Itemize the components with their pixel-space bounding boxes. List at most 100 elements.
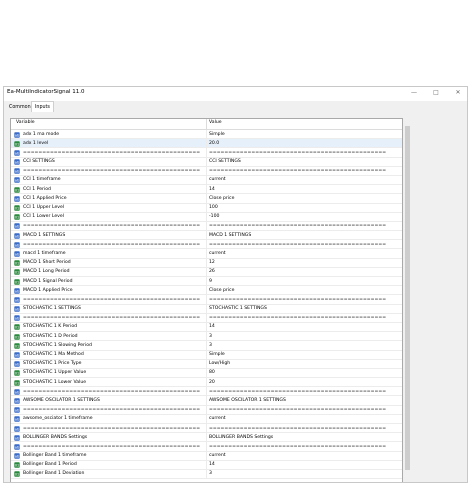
table-row[interactable]: 01 CCI 1 Upper Level 100: [11, 203, 402, 213]
row-variable: ========================================…: [23, 149, 201, 155]
row-value[interactable]: Low/High: [209, 361, 230, 366]
table-row[interactable]: ab MACD 1 Applied Price Close price: [11, 286, 402, 296]
row-value[interactable]: Simple: [209, 132, 225, 137]
row-value[interactable]: BOLLINGER BANDS Settings: [209, 435, 273, 440]
table-row[interactable]: ab macd 1 timeframe current: [11, 249, 402, 259]
table-row[interactable]: ab ======================================…: [11, 424, 402, 434]
row-value[interactable]: 26: [209, 269, 215, 274]
row-value[interactable]: ========================================…: [209, 297, 386, 302]
cell-divider: [206, 359, 207, 368]
table-row[interactable]: 01 STOCHASTIC 1 Lower Value 20: [11, 378, 402, 388]
row-value[interactable]: ========================================…: [209, 426, 386, 431]
table-row[interactable]: 01 MACD 1 Long Period 26: [11, 267, 402, 277]
variable-column-header[interactable]: Variable: [16, 120, 35, 125]
table-row[interactable]: ab STOCHASTIC 1 Price Type Low/High: [11, 359, 402, 369]
title-bar[interactable]: Ea-MultiIndicatorSignal 11.0 — □ ✕: [4, 87, 467, 99]
table-row[interactable]: 01 CCI 1 Period 14: [11, 185, 402, 195]
table-row[interactable]: 01 STOCHASTIC 1 K Period 14: [11, 322, 402, 333]
scrollbar-thumb[interactable]: [405, 126, 410, 470]
table-row[interactable]: 01 STOCHASTIC 1 Slowing Period 3: [11, 341, 402, 351]
table-row[interactable]: ab STOCHASTIC 1 Ma Method Simple: [11, 350, 402, 360]
table-row[interactable]: 01 Bollinger Band 1 Deviation 3: [11, 469, 402, 480]
table-row[interactable]: ab ======================================…: [11, 405, 402, 415]
row-value[interactable]: 9: [209, 279, 212, 284]
ab-icon: ab: [14, 150, 20, 156]
row-value[interactable]: Simple: [209, 352, 225, 357]
table-row[interactable]: 01 MACD 1 Signal Period 9: [11, 277, 402, 287]
table-row[interactable]: ab CCI 1 Applied Price Close price: [11, 194, 402, 204]
row-value[interactable]: 14: [209, 462, 215, 467]
row-value[interactable]: current: [209, 251, 226, 256]
svg-text:ab: ab: [15, 289, 20, 293]
table-row[interactable]: 01 adx 1 level 20.0: [11, 139, 402, 149]
column-divider[interactable]: [206, 119, 207, 129]
table-row[interactable]: ab ======================================…: [11, 442, 402, 452]
table-row[interactable]: ab CCI 1 timeframe current: [11, 175, 402, 186]
table-row[interactable]: ab ======================================…: [11, 240, 402, 250]
row-value[interactable]: Close price: [209, 288, 234, 293]
table-row[interactable]: ab MACD 1 SETTINGS MACD 1 SETTINGS: [11, 231, 402, 241]
tab-common[interactable]: Common: [6, 103, 34, 112]
table-row[interactable]: ab ======================================…: [11, 295, 402, 305]
cell-divider: [206, 350, 207, 359]
param-icon: 01: [14, 260, 20, 266]
svg-text:01: 01: [15, 381, 19, 385]
table-row[interactable]: ab adx 1 ma mode Simple: [11, 130, 402, 140]
table-row[interactable]: ab BOLLINGER BANDS Settings BOLLINGER BAND…: [11, 433, 402, 443]
row-value[interactable]: ========================================…: [209, 168, 386, 173]
row-value[interactable]: 20.0: [209, 141, 219, 146]
row-value[interactable]: current: [209, 416, 226, 421]
row-value[interactable]: ========================================…: [209, 242, 386, 247]
param-icon: 01: [14, 214, 20, 220]
row-value[interactable]: STOCHASTIC 1 SETTINGS: [209, 306, 267, 311]
table-row[interactable]: ab ======================================…: [11, 221, 402, 232]
row-value[interactable]: 80: [209, 370, 215, 375]
table-row[interactable]: 01 STOCHASTIC 1 Upper Value 80: [11, 368, 402, 379]
row-variable: CCI 1 Period: [23, 186, 51, 192]
table-row[interactable]: ab awsome_osciator 1 timeframe current: [11, 414, 402, 424]
row-value[interactable]: ========================================…: [209, 150, 386, 155]
close-icon[interactable]: ✕: [451, 88, 465, 97]
ab-icon: ab: [14, 453, 20, 459]
row-value[interactable]: 3: [209, 471, 212, 476]
maximize-icon[interactable]: □: [429, 88, 443, 97]
row-value[interactable]: ========================================…: [209, 315, 386, 320]
row-value[interactable]: ========================================…: [209, 389, 386, 394]
row-value[interactable]: 3: [209, 343, 212, 348]
table-row[interactable]: ab CCI SETTINGS CCI SETTINGS: [11, 157, 402, 167]
vertical-scrollbar[interactable]: [404, 118, 411, 482]
cell-divider: [206, 295, 207, 304]
row-value[interactable]: 3: [209, 334, 212, 339]
table-row[interactable]: 01 STOCHASTIC 1 D Period 3: [11, 332, 402, 342]
row-value[interactable]: AWSOME OSCILATOR 1 SETTINGS: [209, 398, 286, 403]
cell-divider: [206, 194, 207, 203]
row-value[interactable]: current: [209, 453, 226, 458]
table-row[interactable]: ab Bollinger Band 1 timeframe current: [11, 451, 402, 461]
window-title: Ea-MultiIndicatorSignal 11.0: [7, 89, 85, 95]
value-column-header[interactable]: Value: [209, 120, 222, 125]
row-value[interactable]: ========================================…: [209, 407, 386, 412]
table-row[interactable]: ab ======================================…: [11, 166, 402, 176]
row-value[interactable]: 20: [209, 380, 215, 385]
row-value[interactable]: current: [209, 177, 226, 182]
row-value[interactable]: 14: [209, 324, 215, 329]
table-row[interactable]: ab STOCHASTIC 1 SETTINGS STOCHASTIC 1 SETT…: [11, 304, 402, 314]
row-value[interactable]: MACD 1 SETTINGS: [209, 233, 251, 238]
row-value[interactable]: 12: [209, 260, 215, 265]
table-row[interactable]: ab ======================================…: [11, 148, 402, 158]
table-row[interactable]: 01 CCI 1 Lower Level -100: [11, 212, 402, 222]
row-value[interactable]: Close price: [209, 196, 234, 201]
row-value[interactable]: -100: [209, 214, 219, 219]
row-value[interactable]: CCI SETTINGS: [209, 159, 241, 164]
row-value[interactable]: 14: [209, 187, 215, 192]
table-row[interactable]: 01 Bollinger Band 1 Period 14: [11, 460, 402, 470]
row-variable: Bollinger Band 1 timeframe: [23, 453, 87, 459]
table-row[interactable]: 01 MACD 1 Short Period 12: [11, 258, 402, 268]
minimize-icon[interactable]: —: [407, 88, 421, 97]
table-row[interactable]: ab AWSOME OSCILATOR 1 SETTINGS AWSOME OSCI…: [11, 396, 402, 406]
row-value[interactable]: ========================================…: [209, 223, 386, 228]
row-value[interactable]: 100: [209, 205, 218, 210]
row-value[interactable]: ========================================…: [209, 444, 386, 449]
table-row[interactable]: ab ======================================…: [11, 387, 402, 397]
table-row[interactable]: ab ======================================…: [11, 313, 402, 323]
